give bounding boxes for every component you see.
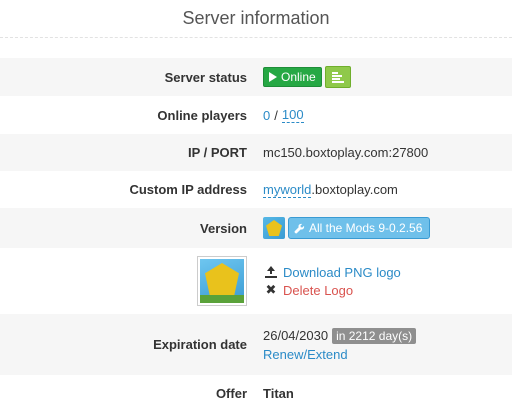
row-custom-ip: Custom IP address myworld .boxtoplay.com bbox=[0, 171, 512, 208]
version-text: All the Mods 9-0.2.56 bbox=[309, 221, 423, 235]
row-ip-port: IP / PORT mc150.boxtoplay.com:27800 bbox=[0, 134, 512, 171]
players-max[interactable]: 100 bbox=[281, 107, 304, 123]
days-remaining-badge: in 2212 day(s) bbox=[332, 327, 417, 344]
custom-ip-label: Custom IP address bbox=[129, 182, 247, 197]
row-expiration-date: Expiration date 26/04/2030 in 2212 day(s… bbox=[0, 314, 512, 375]
online-status-button[interactable]: Online bbox=[263, 67, 322, 87]
players-current[interactable]: 0 bbox=[263, 108, 270, 123]
expiration-date-text: 26/04/2030 bbox=[263, 328, 329, 343]
server-logo-image bbox=[197, 256, 247, 306]
expiration-value: 26/04/2030 in 2212 day(s) Renew/Extend bbox=[263, 327, 417, 362]
modpack-thumbnail-icon bbox=[263, 217, 285, 239]
delete-logo-link[interactable]: ✖ Delete Logo bbox=[265, 283, 401, 298]
row-logo: Download PNG logo ✖ Delete Logo bbox=[0, 248, 512, 314]
download-logo-label: Download PNG logo bbox=[283, 264, 401, 280]
online-players-value: 0 / 100 bbox=[263, 107, 304, 123]
ip-port-value: mc150.boxtoplay.com:27800 bbox=[263, 145, 428, 160]
custom-ip-subdomain-link[interactable]: myworld bbox=[263, 182, 312, 198]
page-title: Server information bbox=[0, 0, 512, 38]
renew-extend-link[interactable]: Renew/Extend bbox=[263, 347, 348, 362]
version-button[interactable]: All the Mods 9-0.2.56 bbox=[288, 217, 431, 239]
wrench-icon bbox=[294, 223, 305, 233]
row-online-players: Online players 0 / 100 bbox=[0, 96, 512, 134]
custom-ip-value: myworld .boxtoplay.com bbox=[263, 182, 398, 198]
expiration-label: Expiration date bbox=[153, 337, 247, 352]
row-server-status: Server status Online bbox=[0, 58, 512, 96]
ip-port-label: IP / PORT bbox=[188, 145, 247, 160]
offer-value: Titan bbox=[263, 386, 294, 401]
server-status-label: Server status bbox=[164, 69, 247, 85]
play-icon bbox=[269, 72, 277, 82]
custom-ip-domain-suffix: .boxtoplay.com bbox=[311, 182, 398, 197]
server-info-table: Server status Online Online players 0 / … bbox=[0, 58, 512, 410]
row-version: Version All the Mods 9-0.2.56 bbox=[0, 208, 512, 248]
console-button[interactable] bbox=[324, 66, 351, 88]
online-players-label: Online players bbox=[157, 107, 247, 123]
players-separator: / bbox=[274, 107, 278, 123]
offer-label: Offer bbox=[215, 385, 247, 401]
download-logo-link[interactable]: Download PNG logo bbox=[265, 265, 401, 280]
logo-actions: Download PNG logo ✖ Delete Logo bbox=[265, 265, 401, 298]
delete-logo-label: Delete Logo bbox=[283, 282, 354, 298]
ip-port-text: mc150.boxtoplay.com:27800 bbox=[263, 145, 429, 160]
online-status-text: Online bbox=[281, 70, 316, 84]
upload-icon bbox=[265, 266, 277, 278]
console-icon bbox=[331, 71, 344, 83]
version-label: Version bbox=[200, 220, 247, 236]
version-value: All the Mods 9-0.2.56 bbox=[263, 217, 431, 239]
row-offer: Offer Titan bbox=[0, 375, 512, 410]
server-status-value: Online bbox=[263, 66, 351, 88]
offer-text: Titan bbox=[263, 385, 294, 401]
close-icon: ✖ bbox=[265, 282, 277, 297]
